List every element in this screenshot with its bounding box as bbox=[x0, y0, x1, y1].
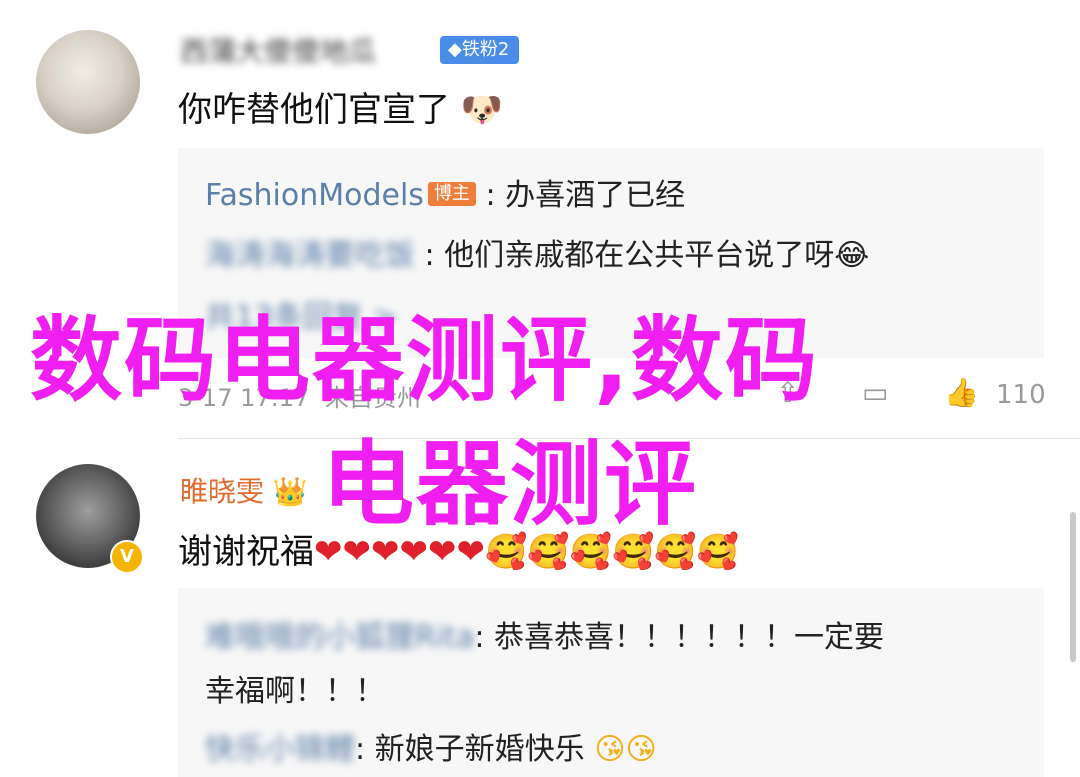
reply-item[interactable]: FashionModels 博主 : 办喜酒了已经 bbox=[205, 170, 685, 214]
watermark-text: 数码电器测评,数码 bbox=[30, 307, 819, 414]
reply-text: : 恭喜恭喜！！！！！！一定要 bbox=[474, 620, 884, 655]
username[interactable]: 西蒲大傻傻地瓜 bbox=[180, 30, 376, 70]
reply-text-continued: 幸福啊！！！ bbox=[205, 674, 385, 709]
verified-icon: V bbox=[110, 540, 144, 574]
reply-username[interactable]: 快乐小锦鲤 bbox=[205, 732, 355, 767]
like-count: 110 bbox=[996, 380, 1046, 410]
reply-item[interactable]: 难哦哦的小狐狸Rita: 恭喜恭喜！！！！！！一定要 bbox=[205, 612, 884, 656]
comment-icon[interactable]: ▭ bbox=[862, 376, 888, 409]
watermark-text: 电器测评 bbox=[322, 431, 699, 538]
reply-item[interactable]: 海涛海涛要吃饭 : 他们亲戚都在公共平台说了呀😂 bbox=[205, 230, 869, 274]
reply-item[interactable]: 快乐小锦鲤: 新娘子新婚快乐 😘😘 bbox=[205, 724, 657, 768]
dog-face-icon: 🐶 bbox=[460, 90, 504, 130]
fan-level-badge: ◆铁粉2 bbox=[440, 36, 520, 64]
reply-username[interactable]: 难哦哦的小狐狸Rita bbox=[205, 620, 474, 655]
username-text: 睢晓雯 bbox=[180, 475, 265, 508]
reply-text: : 他们亲戚都在公共平台说了呀😂 bbox=[424, 238, 870, 273]
kissing-face-icon: 😘😘 bbox=[594, 732, 657, 767]
reply-text: : 新娘子新婚快乐 bbox=[355, 732, 585, 767]
comment-text: 你咋替他们官宣了 🐶 bbox=[178, 82, 503, 131]
crown-icon: 👑 bbox=[272, 475, 308, 508]
like-icon[interactable]: 👍 bbox=[944, 376, 979, 409]
reply-username[interactable]: 海涛海涛要吃饭 bbox=[205, 238, 415, 273]
author-tag: 博主 bbox=[427, 182, 476, 206]
comment-text-body: 你咋替他们官宣了 bbox=[178, 90, 450, 130]
reply-username[interactable]: FashionModels bbox=[205, 178, 424, 213]
avatar[interactable] bbox=[36, 30, 140, 134]
comment-text-body: 谢谢祝福 bbox=[178, 532, 314, 572]
scrollbar[interactable] bbox=[1070, 512, 1076, 662]
username[interactable]: 睢晓雯 👑 bbox=[180, 470, 308, 510]
reply-text: : 办喜酒了已经 bbox=[485, 178, 686, 213]
